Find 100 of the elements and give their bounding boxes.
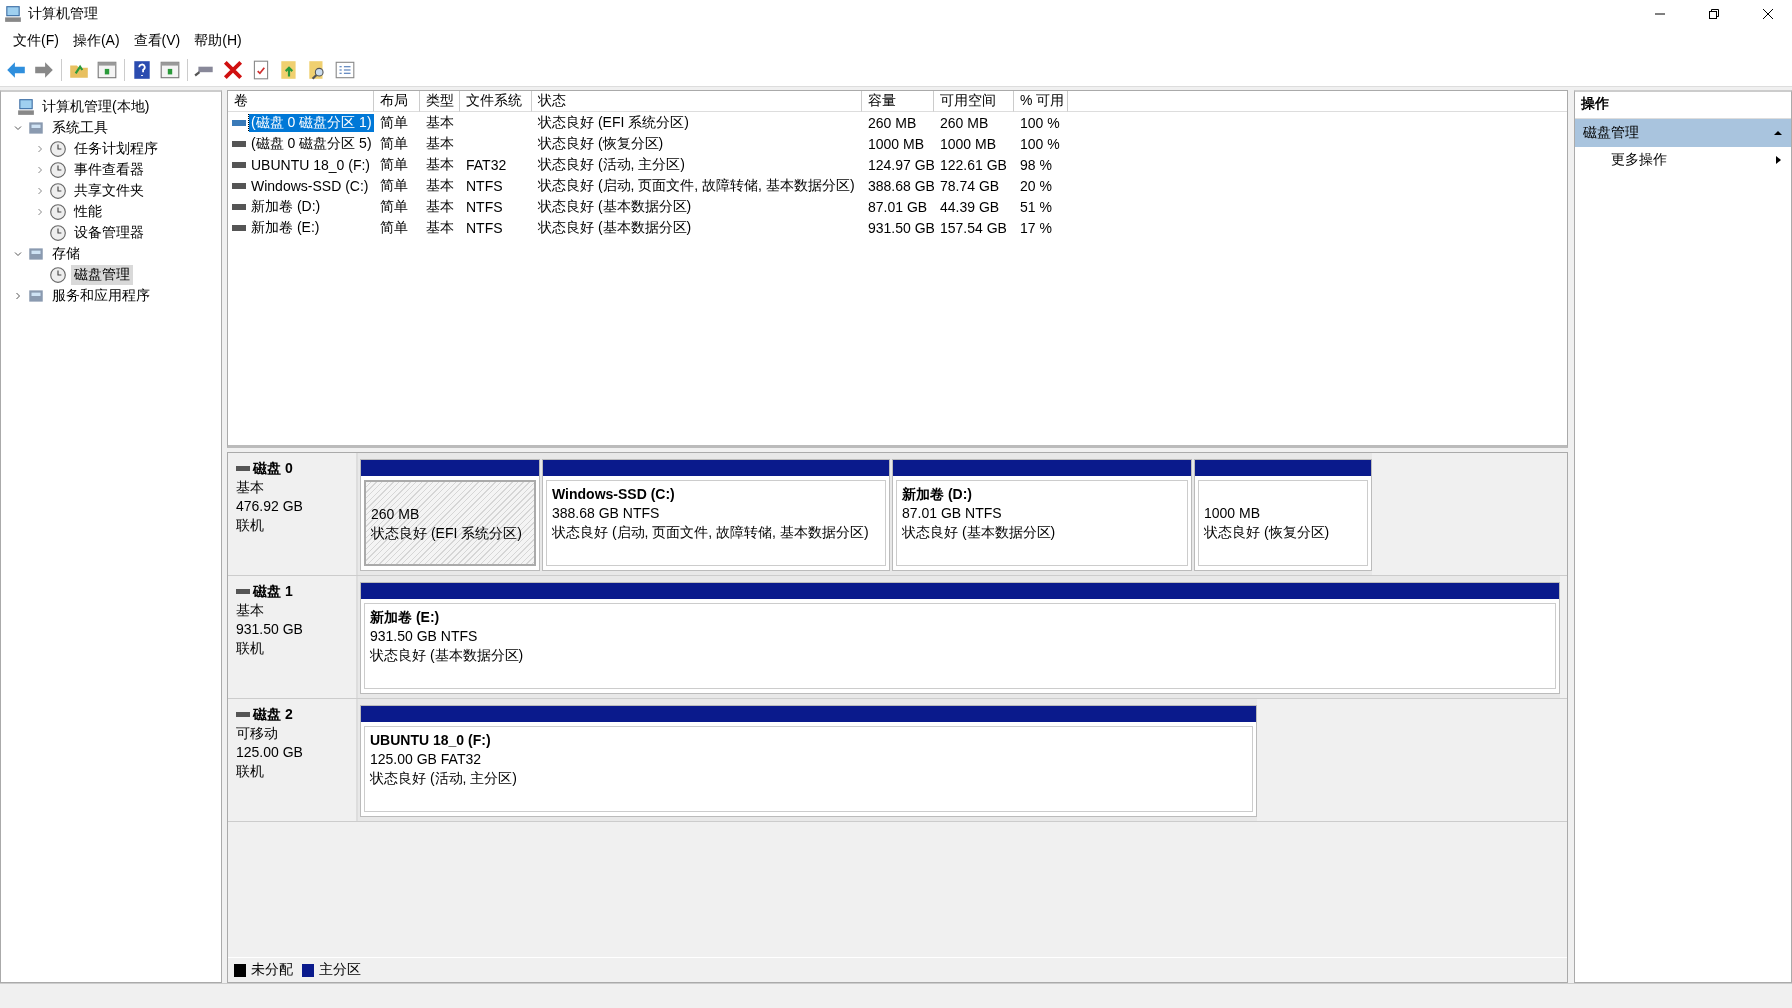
table-cell: 基本 (426, 197, 454, 214)
legend-label: 主分区 (319, 961, 361, 979)
panel-icon[interactable] (159, 59, 181, 81)
column-header[interactable]: 状态 (532, 91, 862, 112)
table-cell: 状态良好 (基本数据分区) (538, 197, 692, 214)
table-cell: 17 % (1020, 219, 1052, 236)
table-cell: 260 MB (940, 114, 989, 131)
disk-name: 磁盘 2 (253, 705, 293, 724)
table-cell: 124.97 GB (868, 156, 934, 173)
column-header[interactable]: 文件系统 (460, 91, 532, 112)
table-cell: 状态良好 (活动, 主分区) (538, 155, 685, 172)
table-cell: 157.54 GB (940, 219, 1007, 236)
table-cell[interactable]: 新加卷 (D:) (249, 197, 323, 216)
partition-status: 状态良好 (恢复分区) (1204, 523, 1330, 542)
tree-item[interactable]: 事件查看器 (71, 159, 147, 180)
partition-block[interactable]: 新加卷 (E:) 931.50 GB NTFS 状态良好 (基本数据分区) (360, 582, 1560, 694)
column-header[interactable]: 布局 (374, 91, 420, 112)
partition-status: 状态良好 (基本数据分区) (902, 523, 1056, 542)
tree-item[interactable]: 任务计划程序 (71, 138, 161, 159)
close-icon[interactable] (1762, 8, 1774, 20)
tree-item[interactable]: 共享文件夹 (71, 180, 147, 201)
help-icon[interactable] (131, 59, 153, 81)
panel-icon[interactable] (96, 59, 118, 81)
table-cell[interactable]: Windows-SSD (C:) (249, 177, 371, 194)
action-item[interactable]: 更多操作 (1611, 151, 1667, 169)
partition-size: 125.00 GB FAT32 (370, 750, 482, 769)
legend-label: 未分配 (251, 961, 293, 979)
table-cell: 87.01 GB (868, 198, 928, 215)
menu-item[interactable]: 查看(V) (126, 30, 188, 52)
table-cell: 122.61 GB (940, 156, 1007, 173)
collapse-icon[interactable] (1773, 128, 1783, 138)
disk-status: 联机 (236, 516, 265, 535)
drive-icon (232, 139, 246, 148)
drive-icon (232, 181, 246, 190)
column-header[interactable]: 可用空间 (934, 91, 1014, 112)
table-cell: 260 MB (868, 114, 917, 131)
partition-block[interactable]: 1000 MB 状态良好 (恢复分区) (1194, 459, 1372, 571)
drive-icon (232, 223, 246, 232)
table-cell: 状态良好 (EFI 系统分区) (538, 113, 689, 130)
actions-section[interactable]: 磁盘管理 (1575, 119, 1791, 147)
table-cell: 状态良好 (启动, 页面文件, 故障转储, 基本数据分区) (538, 176, 855, 193)
table-cell: 简单 (380, 113, 408, 130)
chevron-icon[interactable] (13, 290, 23, 301)
column-header[interactable]: 类型 (420, 91, 460, 112)
table-cell: 100 % (1020, 135, 1060, 152)
partition-size: 388.68 GB NTFS (552, 504, 660, 523)
partition-size: 260 MB (371, 505, 420, 524)
table-cell: 简单 (380, 176, 408, 193)
partition-status: 状态良好 (启动, 页面文件, 故障转储, 基本数据分区) (552, 523, 869, 542)
disk-name: 磁盘 1 (253, 582, 293, 601)
partition-status: 状态良好 (EFI 系统分区) (371, 524, 522, 543)
column-header[interactable]: % 可用 (1014, 91, 1068, 112)
table-cell: 简单 (380, 197, 408, 214)
tree-item[interactable]: 服务和应用程序 (49, 285, 153, 306)
partition-title: 新加卷 (E:) (370, 608, 440, 627)
list-icon[interactable] (334, 59, 356, 81)
table-cell: NTFS (466, 177, 503, 194)
column-header[interactable]: 卷 (228, 91, 374, 112)
tree-item[interactable]: 系统工具 (49, 117, 111, 138)
table-cell: 388.68 GB (868, 177, 934, 194)
menu-item[interactable]: 操作(A) (65, 30, 127, 52)
disk-size: 931.50 GB (236, 620, 304, 639)
table-cell: 基本 (426, 176, 454, 193)
tree-item[interactable]: 计算机管理(本地) (39, 96, 153, 117)
table-cell[interactable]: (磁盘 0 磁盘分区 1) (249, 113, 374, 132)
partition-size: 87.01 GB NTFS (902, 504, 1002, 523)
tree-item[interactable]: 存储 (49, 243, 83, 264)
disk-name: 磁盘 0 (253, 459, 293, 478)
partition-block[interactable]: UBUNTU 18_0 (F:) 125.00 GB FAT32 状态良好 (活动, 主分区) (360, 705, 1257, 817)
partition-status: 状态良好 (活动, 主分区) (370, 769, 517, 788)
table-cell: 基本 (426, 155, 454, 172)
table-cell: 931.50 GB (868, 219, 934, 236)
table-cell: 1000 MB (868, 135, 925, 152)
tree-item[interactable]: 磁盘管理 (71, 264, 133, 285)
delete-icon[interactable] (222, 59, 244, 81)
disk-status: 联机 (236, 762, 265, 781)
table-cell[interactable]: 新加卷 (E:) (249, 218, 322, 237)
column-header[interactable]: 容量 (862, 91, 934, 112)
disk-status: 联机 (236, 639, 265, 658)
partition-block[interactable]: Windows-SSD (C:) 388.68 GB NTFS 状态良好 (启动, 页面文件, 故障转储, 基本数据分区) (542, 459, 890, 571)
table-cell: 简单 (380, 155, 408, 172)
restore-icon[interactable] (1708, 8, 1720, 20)
partition-block[interactable]: 260 MB 状态良好 (EFI 系统分区) (360, 459, 540, 571)
table-cell[interactable]: (磁盘 0 磁盘分区 5) (249, 134, 374, 153)
menu-item[interactable]: 帮助(H) (187, 30, 249, 52)
partition-status: 状态良好 (基本数据分区) (370, 646, 524, 665)
tree-item[interactable]: 性能 (71, 201, 105, 222)
drive-icon (232, 160, 246, 169)
app-icon (4, 5, 22, 23)
tree-item[interactable]: 设备管理器 (71, 222, 147, 243)
computer-icon (17, 97, 35, 116)
table-cell: 状态良好 (恢复分区) (538, 134, 664, 151)
menu-item[interactable]: 文件(F) (6, 30, 66, 52)
table-cell: 1000 MB (940, 135, 997, 152)
partition-size: 931.50 GB NTFS (370, 627, 478, 646)
table-cell: 状态良好 (基本数据分区) (538, 218, 692, 235)
partition-block[interactable]: 新加卷 (D:) 87.01 GB NTFS 状态良好 (基本数据分区) (892, 459, 1192, 571)
table-cell[interactable]: UBUNTU 18_0 (F:) (249, 156, 373, 173)
table-cell: 78.74 GB (940, 177, 1000, 194)
partition-title: Windows-SSD (C:) (552, 485, 675, 504)
